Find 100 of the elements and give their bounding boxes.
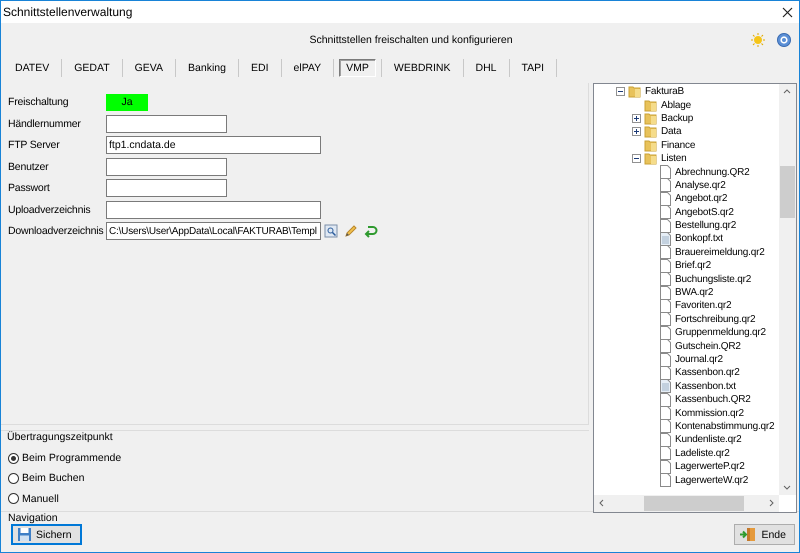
folder-icon bbox=[628, 85, 641, 98]
tree-item[interactable]: Kassenbon.txt bbox=[675, 380, 736, 392]
tab[interactable]: TAPI bbox=[514, 59, 552, 77]
field-label: Passwort bbox=[8, 182, 51, 194]
input-field[interactable] bbox=[106, 114, 227, 133]
tree-item[interactable]: LagerwerteW.qr2 bbox=[675, 474, 748, 486]
document-icon bbox=[660, 432, 671, 447]
window-title: Schnittstellenverwaltung bbox=[3, 5, 132, 19]
folder-icon bbox=[644, 98, 657, 112]
field-label: Benutzer bbox=[8, 160, 50, 173]
exit-button[interactable]: Ende bbox=[734, 524, 795, 545]
undo-arrow-icon[interactable] bbox=[364, 224, 378, 238]
tab[interactable]: GEVA bbox=[128, 59, 170, 77]
plus-icon[interactable] bbox=[632, 114, 641, 123]
document-icon bbox=[660, 245, 671, 260]
tree-item[interactable]: Angebot.qr2 bbox=[675, 193, 728, 204]
save-button[interactable]: Sichern bbox=[11, 524, 82, 545]
tree-item[interactable]: Fortschreibung.qr2 bbox=[675, 314, 756, 325]
tab[interactable]: EDI bbox=[244, 59, 276, 77]
folder-icon bbox=[644, 138, 657, 152]
tree-item[interactable]: Abrechnung.QR2 bbox=[675, 166, 750, 178]
scroll-right-icon[interactable] bbox=[769, 499, 774, 507]
field-label: Freischaltung bbox=[8, 96, 70, 108]
tab[interactable]: VMP bbox=[339, 59, 376, 77]
tree-item[interactable]: Favoriten.qr2 bbox=[675, 300, 732, 312]
document-icon bbox=[660, 192, 671, 206]
input-field[interactable] bbox=[106, 158, 227, 176]
document-icon bbox=[660, 178, 671, 192]
document-icon bbox=[660, 446, 671, 460]
text-file-icon bbox=[660, 379, 671, 394]
tree-item[interactable]: Journal.qr2 bbox=[675, 354, 723, 365]
scroll-thumb[interactable] bbox=[780, 166, 795, 218]
tree-item[interactable]: Bonkopf.txt bbox=[675, 233, 723, 244]
tree-item[interactable]: Brauereimeldung.qr2 bbox=[675, 246, 765, 258]
field-label: Händlernummer bbox=[8, 118, 82, 130]
tree-item[interactable]: AngebotS.qr2 bbox=[675, 206, 734, 218]
close-icon[interactable] bbox=[782, 6, 793, 18]
input-field[interactable]: ftp1.cndata.de bbox=[106, 136, 321, 154]
tab[interactable]: DHL bbox=[468, 59, 504, 77]
tab[interactable]: GEDAT bbox=[67, 59, 117, 77]
tree-item[interactable]: Kommission.qr2 bbox=[675, 408, 744, 419]
tree-item[interactable]: Bestellung.qr2 bbox=[675, 220, 736, 232]
radio-option[interactable]: Beim Programmende bbox=[8, 448, 122, 468]
input-field[interactable] bbox=[106, 179, 227, 198]
document-icon bbox=[660, 352, 671, 367]
header-subtitle: Schnittstellen freischalten und konfigurieren bbox=[308, 34, 514, 46]
tree-item[interactable]: Backup bbox=[661, 112, 694, 124]
horizontal-scrollbar[interactable] bbox=[594, 495, 779, 512]
browse-icon[interactable] bbox=[324, 224, 338, 238]
document-icon bbox=[660, 165, 671, 180]
document-icon bbox=[660, 473, 671, 488]
text-file-icon bbox=[660, 232, 671, 246]
scroll-left-icon[interactable] bbox=[599, 499, 604, 507]
document-icon bbox=[660, 312, 671, 326]
scroll-down-icon[interactable] bbox=[783, 485, 791, 490]
minus-icon[interactable] bbox=[616, 87, 625, 96]
scroll-up-icon[interactable] bbox=[783, 89, 791, 94]
tree-item[interactable]: Kontenabstimmung.qr2 bbox=[675, 420, 774, 432]
tree-item[interactable]: Kassenbon.qr2 bbox=[675, 367, 740, 378]
tree-item[interactable]: Kundenliste.qr2 bbox=[675, 434, 742, 446]
tree-item[interactable]: Data bbox=[661, 126, 682, 138]
radio-option[interactable]: Manuell bbox=[8, 488, 59, 509]
toggle-button[interactable]: Ja bbox=[106, 94, 148, 111]
help-icon[interactable] bbox=[777, 33, 791, 47]
minus-icon[interactable] bbox=[632, 154, 641, 164]
document-icon bbox=[660, 298, 671, 313]
folder-icon bbox=[644, 125, 657, 138]
tree-item[interactable]: Gutschein.QR2 bbox=[675, 340, 741, 352]
plus-icon[interactable] bbox=[632, 127, 641, 136]
scroll-thumb[interactable] bbox=[644, 496, 744, 511]
radio-option[interactable]: Beim Buchen bbox=[8, 468, 84, 489]
tree-item[interactable]: Analyse.qr2 bbox=[675, 180, 726, 191]
input-field[interactable] bbox=[106, 200, 321, 219]
document-icon bbox=[660, 366, 671, 380]
tree-item[interactable]: Ladeliste.qr2 bbox=[675, 448, 730, 459]
tab[interactable]: WEBDRINK bbox=[386, 59, 458, 77]
tree-item[interactable]: Kassenbuch.QR2 bbox=[675, 394, 751, 406]
document-icon bbox=[660, 392, 671, 407]
tree-item[interactable]: LagerwerteP.qr2 bbox=[675, 461, 745, 472]
vertical-scrollbar[interactable] bbox=[779, 84, 796, 495]
tab[interactable]: Banking bbox=[181, 59, 233, 77]
document-icon bbox=[660, 205, 671, 220]
field-label: FTP Server bbox=[8, 139, 60, 152]
tab[interactable]: DATEV bbox=[8, 59, 56, 77]
document-icon bbox=[660, 218, 671, 233]
tab[interactable]: elPAY bbox=[286, 59, 328, 77]
tree-item[interactable]: Gruppenmeldung.qr2 bbox=[675, 327, 766, 338]
input-field[interactable]: C:\Users\User\AppData\Local\FAKTURAB\Templ bbox=[106, 222, 321, 240]
tree-item[interactable]: Buchungsliste.qr2 bbox=[675, 274, 752, 285]
tree-item[interactable]: Ablage bbox=[661, 100, 691, 111]
document-icon bbox=[660, 419, 671, 434]
group-title: Navigation bbox=[8, 512, 59, 524]
tree-item[interactable]: Brief.qr2 bbox=[675, 260, 711, 272]
tree-item[interactable]: BWA.qr2 bbox=[675, 287, 714, 298]
document-icon bbox=[660, 272, 671, 286]
tree-item[interactable]: Finance bbox=[661, 140, 696, 151]
tree-item[interactable]: FakturaB bbox=[645, 86, 684, 98]
pencil-icon[interactable] bbox=[344, 224, 358, 238]
document-icon bbox=[660, 258, 671, 273]
tree-item[interactable]: Listen bbox=[661, 153, 686, 164]
